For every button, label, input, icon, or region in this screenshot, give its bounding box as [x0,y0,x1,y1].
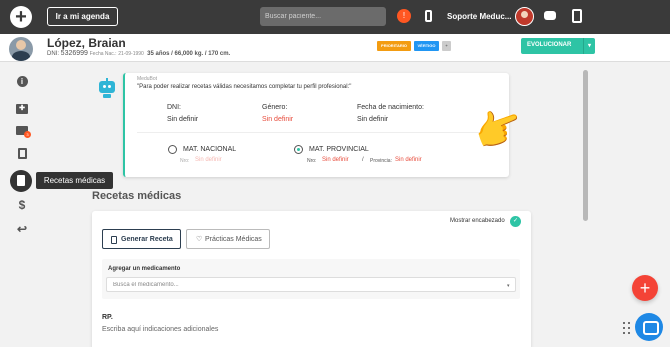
birth-field-label: Fecha de nacimiento: [357,104,424,111]
nacional-label: MAT. NACIONAL [183,146,237,153]
show-header-toggle[interactable]: ✓ [510,216,521,227]
top-bar: + Ir a mi agenda ! Soporte Meduc... [0,0,670,34]
birth-value: 21-09-1990 [118,51,144,57]
notification-bell-icon[interactable]: ! [397,9,411,23]
nacional-nro-value: Sin definir [195,157,222,163]
chevron-down-icon[interactable]: ▾ [507,283,510,289]
generate-label: Generar Receta [121,236,173,243]
show-header-label: Mostrar encabezado [450,218,505,224]
patient-search-input[interactable] [260,7,386,26]
chat-icon[interactable] [544,11,556,20]
home-plus-icon[interactable]: + [10,6,32,28]
provincial-radio[interactable] [294,145,303,154]
practices-label: Prácticas Médicas [205,236,262,243]
dni-label: DNI: [47,51,59,57]
evolve-label: EVOLUCIONAR [527,42,572,48]
info-icon[interactable]: i [15,73,29,87]
bot-sender: MeduBot [137,76,158,82]
patient-avatar [9,37,33,61]
my-agenda-button[interactable]: Ir a mi agenda [47,7,118,26]
birth-field-value: Sin definir [357,116,389,123]
provincial-label: MAT. PROVINCIAL [309,146,369,153]
add-fab-button[interactable]: + [632,275,658,301]
patient-details: DNI: 5326999 Fecha Nac.: 21-09-1990 35 a… [47,50,230,57]
medical-practices-button[interactable]: ♡ Prácticas Médicas [186,229,270,249]
profile-warning-card: MeduBot "Para poder realizar recetas vál… [123,73,509,177]
prescription-card: Mostrar encabezado ✓ Generar Receta ♡ Pr… [92,211,531,347]
add-tag-button[interactable]: + [442,41,451,51]
clipboard-icon[interactable] [572,9,582,23]
user-name[interactable]: Soporte Meduc... [447,12,511,21]
chevron-down-icon[interactable]: ▾ [583,38,595,54]
provincia-label: Provincia: [370,158,392,164]
medubot-icon [98,78,116,98]
patient-name: López, Braian [47,36,126,50]
vertigo-badge: VÉRTIGO [414,41,439,51]
slash-separator: / [362,157,364,163]
practices-icon: ♡ [196,236,203,243]
scrollbar-thumb[interactable] [583,70,588,221]
evolve-button[interactable]: EVOLUCIONAR ▾ [521,38,595,54]
dni-value: 5326999 [60,50,88,57]
provincial-nro-label: Nro: [307,158,317,164]
dni-field-value: Sin definir [167,116,199,123]
birth-label: Fecha Nac.: [89,51,117,57]
add-medication-label: Agregar un medicamento [108,266,181,272]
divider [137,132,497,133]
dni-field-label: DNI: [167,104,181,111]
prescriptions-tooltip: Recetas médicas [36,172,113,189]
patient-header: López, Braian DNI: 5326999 Fecha Nac.: 2… [0,34,670,62]
mobile-phone-icon[interactable] [425,10,432,22]
gender-field-label: Género: [262,104,288,111]
rp-indications-input[interactable]: Escriba aquí indicaciones adicionales [102,326,218,333]
document-icon [111,236,117,244]
rp-label: RP. [102,314,113,321]
page-title: Recetas médicas [92,190,182,202]
user-avatar[interactable] [515,7,534,26]
nacional-radio[interactable] [168,145,177,154]
documents-icon[interactable] [15,148,29,162]
support-chat-button[interactable] [635,313,663,341]
drag-handle-icon[interactable] [623,322,631,334]
warning-message: "Para poder realizar recetas válidas nec… [137,84,352,90]
gender-field-value[interactable]: Sin definir [262,116,293,123]
medical-kit-icon[interactable]: ✚ [15,99,29,114]
patient-stats: 35 años / 66,000 kg. / 170 cm. [147,51,231,57]
priority-badge: PRIORITARIO [377,41,411,51]
add-medication-section: Agregar un medicamento ▾ [102,259,520,299]
provincial-nro-value[interactable]: Sin definir [322,157,349,163]
nacional-nro-label: Nro: [180,158,190,164]
back-icon[interactable]: ↩ [15,222,29,236]
dollar-icon[interactable]: $ [15,198,29,212]
prescriptions-icon[interactable] [10,170,32,192]
provincia-value[interactable]: Sin definir [395,157,422,163]
medication-search-input[interactable] [106,277,516,292]
generate-prescription-button[interactable]: Generar Receta [102,229,181,249]
folder-count-badge: 3 [24,131,31,138]
